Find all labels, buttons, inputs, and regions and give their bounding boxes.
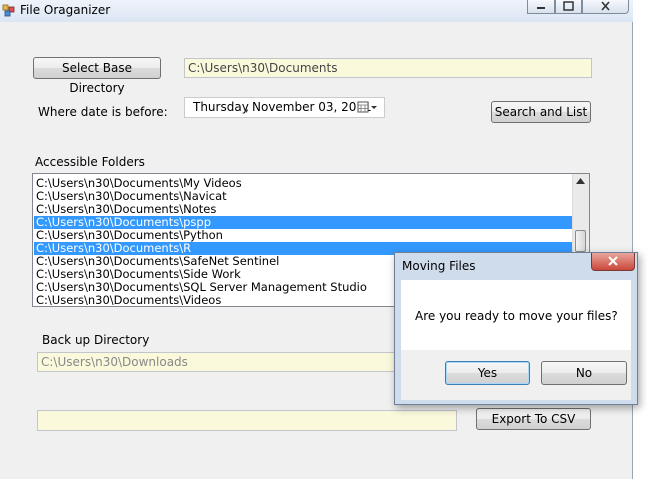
base-directory-field[interactable]: C:\Users\n30\Documents [184,58,592,78]
accessible-folders-label: Accessible Folders [35,155,145,169]
scroll-up-icon[interactable] [576,178,585,184]
no-button[interactable]: No [541,361,627,385]
dialog-close-button[interactable] [591,253,635,271]
date-label: Where date is before: [38,105,168,119]
date-picker[interactable]: Thursday , November 03, 2011 [184,97,385,118]
backup-directory-label: Back up Directory [42,333,150,347]
select-base-directory-button[interactable]: Select Base Directory [33,57,161,95]
export-to-csv-button[interactable]: Export To CSV [476,408,591,430]
backup-directory-field[interactable]: C:\Users\n30\Downloads [37,352,397,372]
app-icon [2,4,15,17]
dialog-footer: Yes No [401,350,631,400]
date-value: November 03, 2011 [252,100,372,114]
maximize-icon [563,1,574,11]
yes-button[interactable]: Yes [445,361,530,385]
close-icon [601,1,610,11]
export-path-field[interactable] [37,410,457,431]
date-separator: , [245,100,249,114]
title-bar[interactable]: File Oraganizer [0,0,633,22]
calendar-dropdown-icon[interactable] [357,101,381,114]
close-icon [608,256,618,266]
maximize-button[interactable] [555,0,582,14]
minimize-button[interactable] [527,0,555,14]
moving-files-dialog: Moving Files Are you ready to move your … [394,252,638,405]
dialog-title: Moving Files [402,259,476,273]
scroll-thumb[interactable] [575,230,586,252]
minimize-icon [537,7,545,9]
search-and-list-button[interactable]: Search and List [491,101,591,123]
dialog-message: Are you ready to move your files? [415,309,618,323]
close-button[interactable] [582,0,629,14]
window-title: File Oraganizer [20,3,111,17]
dialog-body: Are you ready to move your files? [401,280,631,350]
date-day: Thursday [193,100,249,114]
